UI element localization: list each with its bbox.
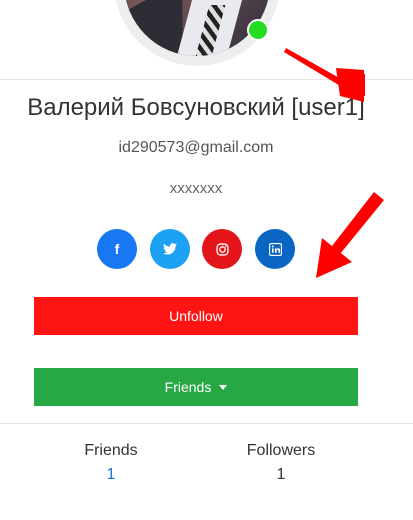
friends-stat-value[interactable]: 1 — [51, 466, 171, 484]
caret-down-icon — [219, 384, 228, 390]
twitter-button[interactable] — [150, 229, 190, 269]
linkedin-button[interactable] — [255, 229, 295, 269]
annotation-arrow-bottom-icon — [316, 192, 384, 278]
unfollow-label: Unfollow — [169, 308, 223, 324]
unfollow-button[interactable]: Unfollow — [34, 297, 358, 335]
friends-dropdown-label: Friends — [164, 379, 212, 395]
twitter-icon — [163, 243, 177, 255]
followers-stat-label: Followers — [246, 442, 316, 459]
profile-email: id290573@gmail.com — [118, 139, 274, 156]
friends-stat-label: Friends — [84, 442, 138, 459]
facebook-button[interactable]: f — [97, 229, 137, 269]
linkedin-icon — [268, 242, 282, 256]
instagram-button[interactable] — [202, 229, 242, 269]
online-status-icon — [247, 19, 269, 41]
annotation-arrow-top-icon — [284, 48, 365, 102]
stats-divider — [0, 423, 413, 424]
facebook-icon: f — [114, 241, 120, 257]
followers-stat-value: 1 — [276, 466, 286, 483]
instagram-icon — [215, 242, 229, 256]
friends-dropdown-button[interactable]: Friends — [34, 368, 358, 406]
